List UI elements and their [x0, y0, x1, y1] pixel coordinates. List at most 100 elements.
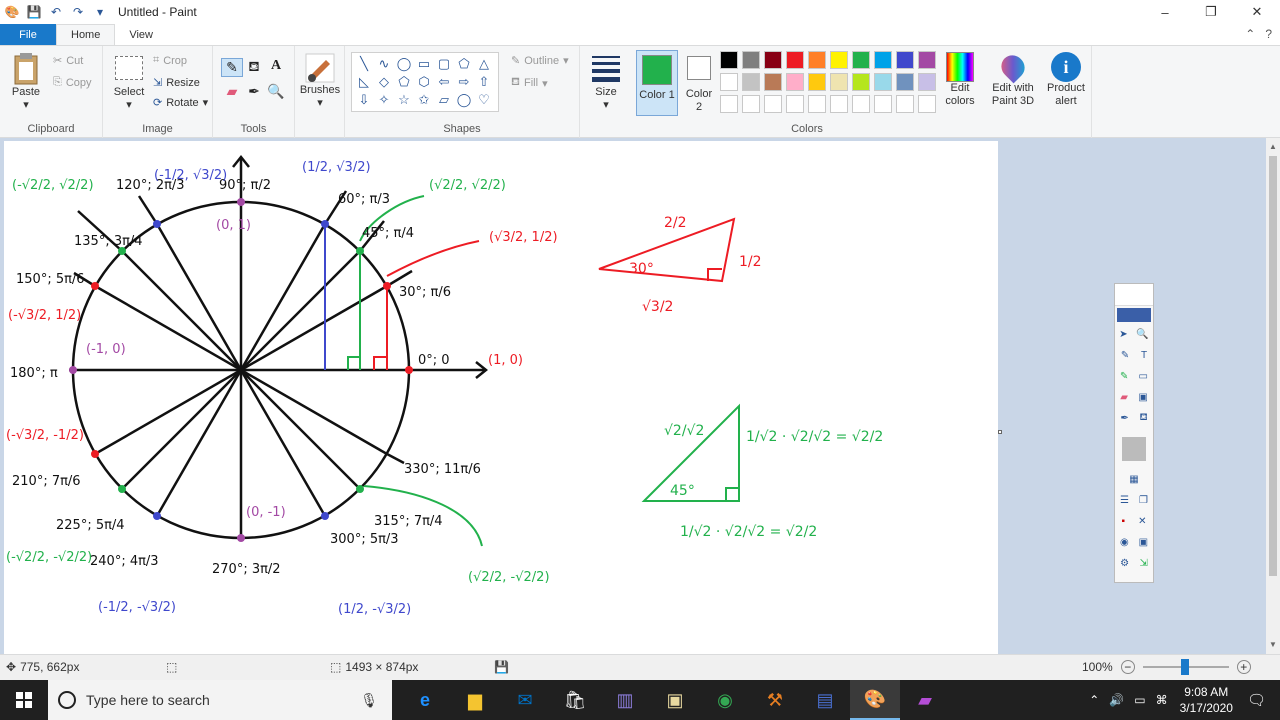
palette-color-swatch[interactable] — [918, 73, 936, 91]
brushes-button[interactable]: Brushes ▾ — [299, 52, 341, 110]
highlighter-icon[interactable]: ✎ — [1120, 371, 1128, 382]
product-alert-button[interactable]: i Product alert — [1042, 52, 1090, 108]
network-icon[interactable]: ⌘ — [1156, 693, 1168, 707]
color-swatch-icon[interactable] — [1122, 437, 1146, 461]
palette-color-swatch[interactable] — [742, 51, 760, 69]
tab-view[interactable]: View — [115, 24, 167, 45]
resize-button[interactable]: ⇲ Resize — [153, 76, 200, 90]
zoom-slider[interactable] — [1142, 659, 1229, 675]
grid-icon[interactable]: ▦ — [1129, 474, 1138, 485]
outlook-icon[interactable]: ✉ — [500, 680, 550, 720]
fill-bucket-icon[interactable]: ⛾ — [243, 58, 265, 77]
pen-icon[interactable]: ✎ — [1121, 350, 1129, 361]
tool-panel-header[interactable] — [1115, 284, 1153, 306]
palette-color-swatch[interactable] — [874, 73, 892, 91]
chrome-icon[interactable]: ◉ — [700, 680, 750, 720]
start-button[interactable] — [0, 680, 48, 720]
close-button[interactable]: ✕ — [1234, 0, 1280, 24]
zoom-out-icon[interactable]: − — [1120, 660, 1135, 674]
text-icon[interactable]: T — [1141, 350, 1147, 361]
eraser-icon[interactable]: ▰ — [221, 83, 243, 100]
size-button[interactable]: Size ▾ — [586, 54, 626, 112]
shapes-gallery[interactable]: ╲ ∿ ◯ ▭ ▢ ⬠ △ ◺ ◇ ⬠ ⬡ ⇦ ⇨ ⇧ ⇩ ✧ ☆ ✩ ▱ ◯ ♡ — [351, 52, 499, 112]
volume-icon[interactable]: 🔊 — [1109, 693, 1124, 707]
edit-with-paint3d-button[interactable]: Edit with Paint 3D — [988, 50, 1038, 108]
list-icon[interactable]: ☰ — [1120, 495, 1129, 506]
paste-button[interactable]: Paste ▾ — [8, 52, 44, 112]
rotate-button[interactable]: ⟳ Rotate ▾ — [153, 96, 208, 110]
palette-custom-swatch[interactable] — [874, 95, 892, 113]
pencil-icon[interactable]: ✎ — [221, 58, 243, 77]
rectangle-icon[interactable]: ▭ — [1139, 371, 1148, 382]
settings-icon[interactable]: ⚙ — [1120, 558, 1129, 569]
microphone-icon[interactable]: 🎙 — [360, 692, 378, 709]
palette-custom-swatch[interactable] — [786, 95, 804, 113]
palette-color-swatch[interactable] — [918, 51, 936, 69]
edit-colors-button[interactable]: Edit colors — [942, 52, 978, 108]
fill-tool-icon[interactable]: ⛾ — [1139, 412, 1147, 425]
palette-color-swatch[interactable] — [830, 51, 848, 69]
customize-quick-access-icon[interactable]: ▾ — [92, 4, 108, 20]
color2-button[interactable]: Color 2 — [682, 50, 716, 114]
palette-custom-swatch[interactable] — [742, 95, 760, 113]
palette-color-swatch[interactable] — [720, 73, 738, 91]
city-app-icon[interactable]: ▥ — [600, 680, 650, 720]
edge-icon[interactable]: e — [400, 680, 450, 720]
zoom-in-icon[interactable]: + — [1236, 660, 1251, 674]
palette-color-swatch[interactable] — [786, 73, 804, 91]
magnifier-icon[interactable]: 🔍 — [265, 83, 287, 100]
minimize-button[interactable]: – — [1142, 0, 1188, 24]
search-box[interactable]: Type here to search 🎙 — [48, 680, 392, 720]
zoom-icon[interactable]: 🔍 — [1136, 329, 1148, 340]
scroll-down-icon[interactable]: ▼ — [1266, 638, 1280, 652]
select-button[interactable]: Select ▾ — [109, 56, 149, 112]
paint-taskbar-icon[interactable]: 🎨 — [850, 680, 900, 720]
battery-icon[interactable]: ▭ — [1134, 693, 1145, 707]
palette-color-swatch[interactable] — [742, 73, 760, 91]
scroll-thumb[interactable] — [1269, 156, 1277, 576]
record-icon[interactable]: ▪ — [1122, 516, 1126, 527]
save-icon[interactable]: 💾 — [26, 4, 42, 20]
zoom-slider-thumb[interactable] — [1180, 659, 1189, 675]
marker-icon[interactable]: ✒ — [1120, 413, 1128, 424]
palette-color-swatch[interactable] — [830, 73, 848, 91]
notifications-icon[interactable]: 🗨 — [1247, 691, 1266, 709]
redo-icon[interactable]: ↷ — [70, 4, 86, 20]
exit-icon[interactable]: ⇲ — [1139, 558, 1147, 569]
palette-custom-swatch[interactable] — [918, 95, 936, 113]
palette-color-swatch[interactable] — [874, 51, 892, 69]
tab-home[interactable]: Home — [56, 24, 116, 45]
palette-custom-swatch[interactable] — [830, 95, 848, 113]
clock[interactable]: 9:08 AM 3/17/2020 — [1180, 684, 1233, 716]
crop-button[interactable]: ⌗ Crop — [153, 54, 187, 67]
undo-icon[interactable]: ↶ — [48, 4, 64, 20]
outline-button[interactable]: ✎ Outline ▾ — [511, 54, 569, 68]
fill-button[interactable]: ⛾ Fill ▾ — [511, 76, 548, 90]
collapse-ribbon-icon[interactable]: ⌃ — [1245, 27, 1255, 41]
palette-custom-swatch[interactable] — [720, 95, 738, 113]
color-picker-icon[interactable]: ✒ — [243, 83, 265, 100]
crosshair-icon[interactable]: ✕ — [1138, 516, 1146, 527]
file-explorer-icon[interactable]: ▆ — [450, 680, 500, 720]
scroll-up-icon[interactable]: ▲ — [1266, 140, 1280, 154]
palette-custom-swatch[interactable] — [808, 95, 826, 113]
onenote-app-icon[interactable]: ▰ — [900, 680, 950, 720]
palette-color-swatch[interactable] — [852, 73, 870, 91]
maximize-button[interactable]: ❐ — [1188, 0, 1234, 24]
store-icon[interactable]: 🛍 — [550, 680, 600, 720]
palette-color-swatch[interactable] — [808, 51, 826, 69]
palette-color-swatch[interactable] — [896, 73, 914, 91]
file-tab[interactable]: File — [0, 24, 56, 45]
cut-button[interactable]: ✂ Cut — [53, 54, 83, 68]
palette-color-swatch[interactable] — [764, 73, 782, 91]
eraser-tool-icon[interactable]: ▰ — [1120, 392, 1128, 403]
palette-color-swatch[interactable] — [764, 51, 782, 69]
palette-custom-swatch[interactable] — [764, 95, 782, 113]
vertical-scrollbar[interactable]: ▲ ▼ — [1266, 138, 1280, 654]
text-tool-icon[interactable]: A — [265, 58, 287, 77]
color1-button[interactable]: Color 1 — [636, 50, 678, 116]
image-icon[interactable]: ▣ — [1138, 392, 1147, 403]
palette-color-swatch[interactable] — [720, 51, 738, 69]
tools-app-icon[interactable]: ⚒ — [750, 680, 800, 720]
presentation-app-icon[interactable]: ▤ — [800, 680, 850, 720]
